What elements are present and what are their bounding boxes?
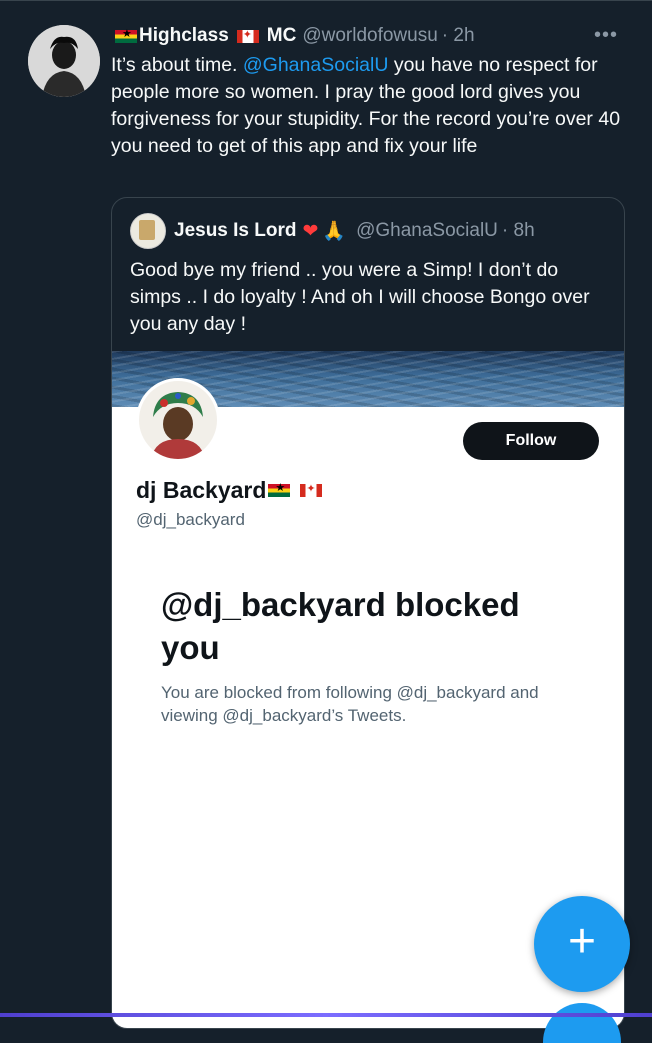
author-name[interactable]: Highclass — [139, 25, 229, 47]
mention-link[interactable]: @GhanaSocialU — [243, 54, 389, 76]
heart-emoji-icon: ❤ — [302, 220, 319, 242]
quoted-tweet-header: Jesus Is Lord ❤ 🙏 @GhanaSocialU · 8h — [130, 213, 535, 249]
quoted-tweet-text: Good bye my friend .. you were a Simp! I… — [130, 259, 590, 335]
canada-flag-icon — [300, 482, 323, 497]
top-divider — [0, 0, 652, 1]
blocked-title: @dj_backyard blocked you — [161, 586, 520, 666]
canada-flag-icon — [236, 28, 259, 43]
tweet-time: · 2h — [441, 25, 475, 46]
bottom-progress-bar — [0, 1013, 652, 1017]
ghana-flag-icon — [268, 481, 291, 497]
profile-handle: @dj_backyard — [136, 510, 245, 529]
blocked-description: You are blocked from following @dj_backy… — [161, 683, 539, 725]
author-avatar[interactable] — [28, 25, 100, 97]
quoted-author-avatar — [130, 213, 166, 249]
quoted-tweet-time: · 8h — [501, 220, 535, 241]
more-options-icon[interactable]: ••• — [594, 24, 618, 47]
author-name-suffix[interactable]: MC — [267, 25, 297, 47]
quoted-author-name: Jesus Is Lord — [174, 220, 297, 241]
tweet-text-before: It’s about time. — [111, 54, 243, 76]
ghana-flag-icon — [115, 27, 137, 43]
author-handle[interactable]: @worldofowusu — [302, 25, 437, 47]
profile-name: dj Backyard — [136, 477, 324, 504]
profile-avatar — [136, 378, 220, 462]
tweet-text: It’s about time. @GhanaSocialU you have … — [111, 52, 626, 160]
compose-plus-icon[interactable]: + — [534, 896, 630, 992]
quoted-tweet[interactable]: Jesus Is Lord ❤ 🙏 @GhanaSocialU · 8h Goo… — [111, 197, 625, 1029]
profile-name-text: dj Backyard — [136, 477, 267, 503]
tweet-header: Highclass MC @worldofowusu · 2h — [113, 23, 475, 49]
praying-hands-emoji-icon: 🙏 — [322, 221, 347, 242]
quoted-author-handle: @GhanaSocialU — [356, 220, 498, 241]
follow-button: Follow — [463, 422, 599, 460]
